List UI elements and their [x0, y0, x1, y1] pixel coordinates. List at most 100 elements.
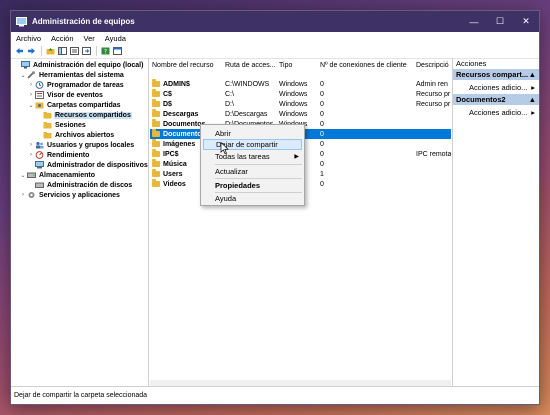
menu-ver[interactable]: Ver — [79, 34, 100, 43]
tree-twisty[interactable]: › — [27, 82, 35, 88]
share-type: Windows — [279, 110, 308, 118]
tree-item-label: Recursos compartidos — [54, 111, 132, 119]
tree-item-label: Herramientas del sistema — [39, 71, 124, 79]
export-list-icon[interactable] — [81, 46, 91, 56]
share-connections: 0 — [320, 150, 324, 158]
tree-item[interactable]: › Usuarios y grupos locales — [27, 140, 135, 150]
shared-folder-icon — [35, 101, 44, 109]
more-actions-item[interactable]: Acciones adicio... ▸ — [453, 80, 539, 94]
menu-item-refresh[interactable]: Actualizar — [201, 166, 304, 177]
tree-item-label: Administrador de dispositivos — [47, 161, 148, 169]
share-connections: 0 — [320, 100, 324, 108]
menu-item-stop-sharing[interactable]: Dejar de compartir — [203, 139, 302, 150]
share-folder-icon — [152, 139, 160, 147]
collapse-up-icon[interactable]: ▲ — [529, 95, 536, 104]
table-row[interactable]: Descargas D:\Descargas Windows 0 — [150, 109, 451, 119]
close-button[interactable]: ✕ — [513, 11, 539, 32]
tree-item-label: Usuarios y grupos locales — [47, 141, 135, 149]
tree-twisty[interactable]: ⌄ — [19, 172, 27, 179]
share-folder-icon — [152, 169, 160, 177]
toolbar: ? — [11, 44, 539, 59]
column-header-name[interactable]: Nombre del recurso — [150, 58, 222, 72]
share-connections: 0 — [320, 130, 324, 138]
tree-item[interactable]: Administración del equipo (local) — [13, 60, 144, 70]
disk-icon — [35, 181, 44, 189]
share-name: D$ — [163, 100, 172, 108]
column-header-path[interactable]: Ruta de acces... — [223, 58, 277, 72]
tree-item[interactable]: › Programador de tareas — [27, 80, 125, 90]
menu-archivo[interactable]: Archivo — [11, 34, 46, 43]
forward-icon[interactable] — [26, 46, 36, 56]
menu-item-all-tasks[interactable]: Todas las tareas ▶ — [201, 151, 304, 162]
tree-item[interactable]: ⌄ Almacenamiento — [19, 170, 96, 180]
tree-item[interactable]: Recursos compartidos — [35, 110, 132, 120]
folder-icon — [43, 131, 52, 139]
share-folder-icon — [152, 149, 160, 157]
share-description — [414, 129, 451, 139]
mouse-pointer-icon — [220, 141, 229, 154]
tree-item[interactable]: Administrador de dispositivos — [27, 160, 148, 170]
close-icon: ✕ — [522, 16, 530, 26]
tree-item[interactable]: Archivos abiertos — [35, 130, 115, 140]
share-name: Videos — [163, 180, 186, 188]
share-connections: 0 — [320, 160, 324, 168]
menu-accion[interactable]: Acción — [46, 34, 79, 43]
tree-item[interactable]: Administración de discos — [27, 180, 133, 190]
column-header-connections[interactable]: Nº de conexiones de cliente — [318, 58, 414, 72]
share-connections: 1 — [320, 170, 324, 178]
actions-section-item[interactable]: Documentos2 ▲ — [453, 94, 539, 105]
menu-separator — [215, 164, 302, 165]
title-bar[interactable]: Administración de equipos — ☐ ✕ — [11, 11, 539, 32]
toolbar-separator — [41, 46, 42, 56]
services-icon — [27, 191, 36, 199]
up-folder-icon[interactable] — [45, 46, 55, 56]
minimize-icon: — — [469, 16, 479, 27]
help-icon[interactable]: ? — [100, 46, 110, 56]
menu-item-help[interactable]: Ayuda — [201, 193, 304, 204]
minimize-button[interactable]: — — [461, 11, 487, 32]
share-connections: 0 — [320, 110, 324, 118]
svg-text:?: ? — [103, 48, 106, 55]
tree-item[interactable]: ⌄ Carpetas compartidas — [27, 100, 122, 110]
refresh-list-icon[interactable] — [69, 46, 79, 56]
menu-item-properties[interactable]: Propiedades — [201, 180, 304, 191]
more-actions-label: Acciones adicio... — [469, 107, 528, 117]
table-row[interactable]: D$ D:\ Windows 0 Recurso pr — [150, 99, 451, 109]
maximize-button[interactable]: ☐ — [487, 11, 513, 32]
tree-twisty[interactable]: ⌄ — [19, 72, 27, 79]
users-icon — [35, 141, 44, 149]
tree-item[interactable]: › Visor de eventos — [27, 90, 104, 100]
menu-item-open[interactable]: Abrir — [201, 128, 304, 139]
collapse-up-icon[interactable]: ▲ — [529, 70, 536, 79]
table-row[interactable]: C$ C:\ Windows 0 Recurso pr — [150, 89, 451, 99]
share-path: C:\ — [225, 90, 234, 98]
submenu-arrow-icon: ▶ — [294, 154, 299, 160]
column-header-description[interactable]: Descripció — [414, 58, 451, 72]
tree-item-label: Rendimiento — [47, 151, 90, 159]
share-connections: 0 — [320, 90, 324, 98]
menu-ayuda[interactable]: Ayuda — [100, 34, 131, 43]
tree-item[interactable]: Sesiones — [35, 120, 87, 130]
back-icon[interactable] — [14, 46, 24, 56]
clock-icon — [35, 81, 44, 89]
tree-item[interactable]: ⌄ Herramientas del sistema — [19, 70, 125, 80]
properties-icon[interactable] — [112, 46, 122, 56]
event-icon — [35, 91, 44, 99]
column-header-type[interactable]: Tipo — [277, 58, 319, 72]
tree-twisty[interactable]: › — [27, 92, 35, 98]
tree-twisty[interactable]: › — [27, 142, 35, 148]
tree-twisty[interactable]: › — [19, 192, 27, 198]
share-description — [414, 119, 451, 129]
actions-section-shares[interactable]: Recursos compart... ▲ — [453, 69, 539, 80]
tree-item[interactable]: › Servicios y aplicaciones — [19, 190, 121, 200]
share-description — [414, 169, 451, 179]
maximize-icon: ☐ — [495, 16, 505, 26]
more-actions-item[interactable]: Acciones adicio... ▸ — [453, 105, 539, 119]
tree-twisty[interactable]: › — [27, 152, 35, 158]
tree-item-label: Sesiones — [55, 121, 86, 129]
tree-item[interactable]: › Rendimiento — [27, 150, 90, 160]
show-hide-tree-icon[interactable] — [57, 46, 67, 56]
tree-item-label: Visor de eventos — [47, 91, 103, 99]
table-row[interactable]: ADMIN$ C:\WINDOWS Windows 0 Admin ren — [150, 79, 451, 89]
tree-twisty[interactable]: ⌄ — [27, 102, 35, 109]
